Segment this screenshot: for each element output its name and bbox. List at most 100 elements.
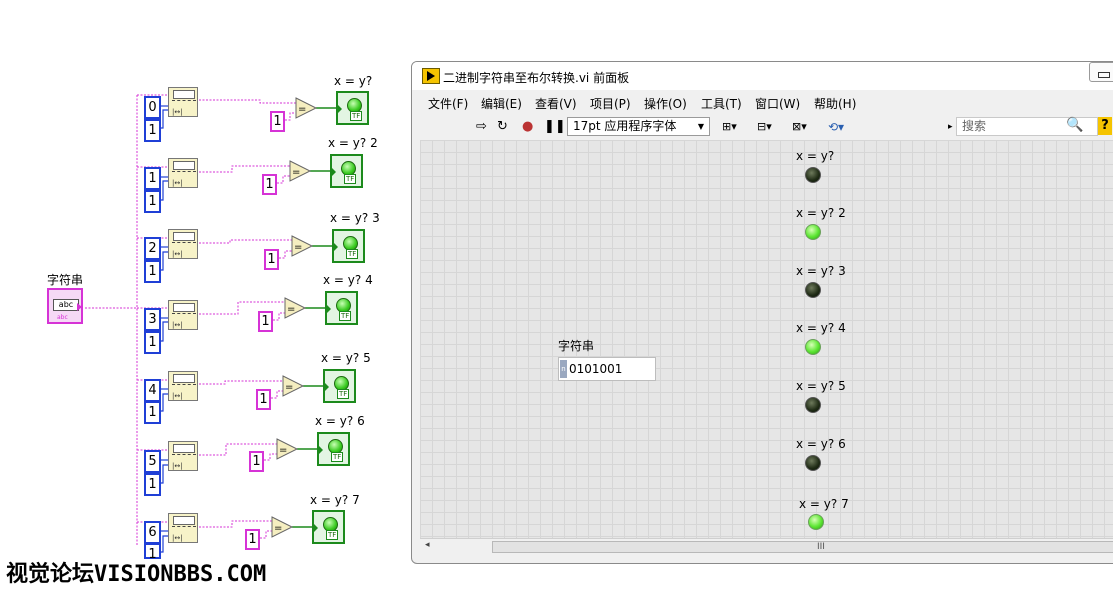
substring-wire-2 — [199, 239, 292, 244]
menu-help[interactable]: 帮助(H) — [814, 95, 856, 112]
pause-icon[interactable]: ❚❚ — [544, 118, 566, 136]
index-constant-2[interactable]: 2 — [144, 237, 161, 260]
string-subset-function-4[interactable]: |↔| — [168, 371, 198, 401]
led-indicator-2 — [805, 282, 821, 298]
run-arrow-icon[interactable]: ⇨ — [476, 118, 487, 136]
string-icon — [173, 303, 195, 312]
length-icon: |↔| — [172, 321, 183, 329]
led-label-4: x = y? 5 — [796, 379, 846, 393]
menu-edit[interactable]: 编辑(E) — [481, 95, 522, 112]
string-control-label: 字符串 — [558, 339, 595, 353]
scrollbar-thumb[interactable]: III — [492, 541, 1113, 553]
menu-tools[interactable]: 工具(T) — [701, 95, 742, 112]
length-constant-2[interactable]: 1 — [144, 260, 161, 283]
const-wire-3 — [273, 312, 285, 321]
scroll-left-icon[interactable]: ◂ — [425, 540, 430, 550]
string-icon — [173, 444, 195, 453]
bool-indicator-terminal-1[interactable]: TF — [330, 154, 363, 188]
indicator-label-3: x = y? 4 — [323, 273, 373, 287]
title-bar[interactable]: 二进制字符串至布尔转换.vi 前面板 — [412, 62, 1113, 90]
bool-indicator-terminal-5[interactable]: TF — [317, 432, 350, 466]
minimize-button[interactable] — [1089, 62, 1113, 82]
search-expander-icon[interactable]: ▸ — [948, 118, 953, 136]
menu-view[interactable]: 查看(V) — [535, 95, 577, 112]
const-wire-0 — [285, 112, 296, 121]
index-constant-4[interactable]: 4 — [144, 379, 161, 402]
length-constant-1[interactable]: 1 — [144, 190, 161, 213]
menu-project[interactable]: 项目(P) — [590, 95, 631, 112]
substring-wire-4 — [199, 380, 283, 385]
length-constant-4[interactable]: 1 — [144, 401, 161, 424]
substring-wire-1 — [199, 165, 290, 173]
menu-window[interactable]: 窗口(W) — [755, 95, 800, 112]
equal-symbol-5: = — [279, 445, 287, 456]
menu-bar: 文件(F) 编辑(E) 查看(V) 项目(P) 操作(O) 工具(T) 窗口(W… — [412, 90, 1113, 114]
index-constant-1[interactable]: 1 — [144, 167, 161, 190]
substring-wire-0 — [199, 99, 296, 104]
string-control-value: 0101001 — [569, 362, 623, 376]
index-constant-5[interactable]: 5 — [144, 450, 161, 473]
compare-constant-4[interactable]: 1 — [256, 389, 271, 410]
search-icon[interactable]: 🔍 — [1066, 117, 1083, 133]
string-control-input[interactable]: n 0101001 — [558, 357, 656, 381]
distribute-objects-icon[interactable]: ⊟▾ — [757, 118, 772, 136]
length-constant-3[interactable]: 1 — [144, 331, 161, 354]
const-wire-2 — [279, 250, 292, 259]
string-subset-function-1[interactable]: |↔| — [168, 158, 198, 188]
index-constant-3[interactable]: 3 — [144, 308, 161, 331]
string-subset-function-5[interactable]: |↔| — [168, 441, 198, 471]
compare-constant-1[interactable]: 1 — [262, 174, 277, 195]
string-icon — [173, 90, 195, 99]
tf-tag: TF — [344, 174, 357, 184]
index-constant-6[interactable]: 6 — [144, 521, 161, 544]
bool-indicator-terminal-4[interactable]: TF — [323, 369, 356, 403]
length-icon: |↔| — [172, 179, 183, 187]
equal-symbol-6: = — [274, 523, 282, 534]
align-objects-icon[interactable]: ⊞▾ — [722, 118, 737, 136]
resize-objects-icon[interactable]: ⊠▾ — [792, 118, 807, 136]
string-subset-function-3[interactable]: |↔| — [168, 300, 198, 330]
run-continuously-icon[interactable]: ↻ — [497, 118, 508, 136]
menu-file[interactable]: 文件(F) — [428, 95, 468, 112]
window-title: 二进制字符串至布尔转换.vi 前面板 — [443, 71, 630, 85]
chevron-down-icon: ▼ — [697, 122, 704, 131]
reorder-icon[interactable]: ⟲▾ — [828, 118, 844, 136]
equal-symbol-3: = — [287, 304, 295, 315]
bool-indicator-terminal-0[interactable]: TF — [336, 91, 369, 125]
compare-constant-6[interactable]: 1 — [245, 529, 260, 550]
string-icon — [173, 232, 195, 241]
substring-wire-6 — [199, 520, 272, 528]
compare-constant-3[interactable]: 1 — [258, 311, 273, 332]
font-select[interactable]: 17pt 应用程序字体 ▼ — [567, 117, 710, 136]
watermark: 视觉论坛VISIONBBS.COM — [6, 562, 267, 587]
front-panel-canvas[interactable]: 字符串 n 0101001 x = y? x = y? 2 x = y? 3 x… — [420, 140, 1113, 538]
length-constant-5[interactable]: 1 — [144, 473, 161, 496]
string-control-terminal[interactable]: abc abc — [47, 288, 83, 324]
string-control-label: 字符串 — [47, 273, 84, 287]
string-subset-function-2[interactable]: |↔| — [168, 229, 198, 259]
horizontal-scrollbar[interactable]: ◂ III — [420, 538, 1113, 556]
compare-constant-5[interactable]: 1 — [249, 451, 264, 472]
context-help-icon[interactable]: ? — [1098, 117, 1112, 135]
tf-tag: TF — [331, 452, 344, 462]
const-wire-6 — [260, 530, 272, 539]
abort-icon[interactable]: ● — [522, 118, 533, 136]
compare-constant-0[interactable]: 1 — [270, 111, 285, 132]
length-constant-0[interactable]: 1 — [144, 119, 161, 142]
length-icon: |↔| — [172, 462, 183, 470]
led-label-1: x = y? 2 — [796, 206, 846, 220]
const-wire-5 — [264, 453, 277, 461]
tf-tag: TF — [350, 111, 363, 121]
index-constant-0[interactable]: 0 — [144, 96, 161, 119]
string-control-sub-text: abc — [57, 314, 68, 321]
bool-indicator-terminal-3[interactable]: TF — [325, 291, 358, 325]
scrollbar-grip: III — [817, 542, 825, 552]
indicator-label-2: x = y? 3 — [330, 211, 380, 225]
string-subset-function-6[interactable]: |↔| — [168, 513, 198, 543]
led-label-5: x = y? 6 — [796, 437, 846, 451]
menu-operate[interactable]: 操作(O) — [644, 95, 687, 112]
bool-indicator-terminal-6[interactable]: TF — [312, 510, 345, 544]
bool-indicator-terminal-2[interactable]: TF — [332, 229, 365, 263]
string-subset-function-0[interactable]: |↔| — [168, 87, 198, 117]
compare-constant-2[interactable]: 1 — [264, 249, 279, 270]
